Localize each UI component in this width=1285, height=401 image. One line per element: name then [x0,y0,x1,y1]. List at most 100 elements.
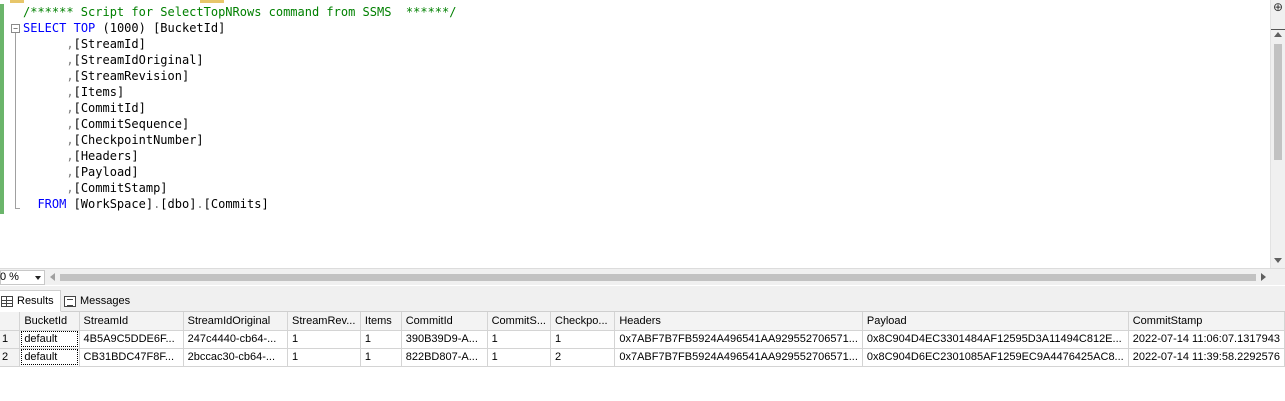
grid-cell[interactable]: 2022-07-14 11:39:58.2292576 [1128,348,1285,367]
column-header[interactable]: StreamIdOriginal [183,312,289,331]
scroll-right-icon[interactable] [1261,273,1266,281]
column-header[interactable]: CommitStamp [1128,312,1285,331]
grid-corner[interactable] [0,312,21,331]
grid-cell[interactable]: 2 [550,348,616,367]
code-token: [Payload] [73,165,139,179]
editor-vertical-scrollbar[interactable]: ⊕ [1270,0,1285,268]
code-token: , [66,85,74,99]
code-token: [Headers] [73,149,139,163]
column-header[interactable]: Checkpo... [550,312,616,331]
change-tracking-bar [0,4,4,214]
grid-cell[interactable]: 1 [360,348,402,367]
column-header[interactable]: BucketId [19,312,80,331]
split-window-icon[interactable]: ⊕ [1272,1,1284,14]
chevron-down-icon[interactable] [35,276,41,280]
code-line[interactable]: ,[StreamId] [23,36,456,52]
code-line[interactable]: ,[CommitId] [23,100,456,116]
code-line[interactable]: ,[CommitStamp] [23,180,456,196]
code-line[interactable]: /****** Script for SelectTopNRows comman… [23,4,456,20]
zoom-select[interactable]: 0 % [0,270,45,285]
grid-cell[interactable]: 0x7ABF7B7FB5924A496541AA929552706571... [614,330,863,349]
editor-horizontal-scrollbar[interactable] [46,270,1270,285]
code-token: , [66,181,74,195]
sql-keyword: TOP [73,21,96,35]
grid-cell[interactable]: 2022-07-14 11:06:07.1317943 [1128,330,1285,349]
scroll-thumb[interactable] [1274,44,1282,160]
tab-results[interactable]: Results [0,290,61,312]
code-line[interactable]: FROM [WorkSpace].[dbo].[Commits] [23,196,456,212]
column-header[interactable]: StreamRev... [287,312,361,331]
column-header[interactable]: Payload [862,312,1129,331]
grid-cell[interactable]: 1 [550,330,616,349]
sql-code[interactable]: /****** Script for SelectTopNRows comman… [23,4,456,212]
grid-icon [1,295,13,307]
grid-cell[interactable]: 1 [360,330,402,349]
horizontal-scroll-thumb[interactable] [60,274,1256,281]
grid-cell[interactable]: 0x7ABF7B7FB5924A496541AA929552706571... [614,348,863,367]
code-line[interactable]: ,[Payload] [23,164,456,180]
code-token: [CommitSequence] [73,117,190,131]
code-line[interactable]: ,[CommitSequence] [23,116,456,132]
code-token: [WorkSpace] [66,197,154,211]
tab-results-label: Results [17,295,54,307]
code-line[interactable]: ,[Items] [23,84,456,100]
grid-cell[interactable]: 247c4440-cb64-... [183,330,289,349]
grid-cell[interactable]: 390B39D9-A... [401,330,488,349]
grid-cell[interactable]: 0x8C904D6EC2301085AF1259EC9A4476425AC8..… [862,348,1129,367]
table-row[interactable]: 1 default 4B5A9C5DDE6F... 247c4440-cb64-...… [0,330,1285,349]
column-header[interactable]: StreamId [79,312,184,331]
scroll-up-icon[interactable] [1274,32,1282,37]
code-token: , [66,53,74,67]
query-editor[interactable]: − /****** Script for SelectTopNRows comm… [0,0,1285,268]
column-header[interactable]: CommitS... [487,312,552,331]
column-header[interactable]: CommitId [401,312,488,331]
table-row[interactable]: 2 default CB31BDC47F8F... 2bccac30-cb64-...… [0,348,1285,367]
grid-cell[interactable]: 1 [287,348,361,367]
sql-keyword: SELECT [23,21,67,35]
code-token: [CommitId] [73,101,146,115]
code-token: [Items] [73,85,125,99]
messages-icon [64,295,76,307]
results-table: BucketId StreamId StreamIdOriginal StreamRe… [0,312,1285,367]
code-token: [StreamId] [73,37,146,51]
code-line[interactable]: ,[StreamRevision] [23,68,456,84]
code-line[interactable]: ,[Headers] [23,148,456,164]
code-token: [CommitStamp] [73,181,168,195]
grid-cell[interactable]: 822BD807-A... [401,348,488,367]
grid-cell[interactable]: default [19,330,80,349]
sql-comment: /****** Script for SelectTopNRows comman… [23,5,457,19]
code-line[interactable]: SELECT TOP (1000) [BucketId] [23,20,456,36]
code-line[interactable]: ,[StreamIdOriginal] [23,52,456,68]
grid-cell[interactable]: 1 [487,348,552,367]
grid-cell[interactable]: 1 [287,330,361,349]
scroll-down-icon[interactable] [1274,258,1282,263]
column-header[interactable]: Headers [614,312,863,331]
code-line[interactable]: ,[CheckpointNumber] [23,132,456,148]
scroll-left-icon[interactable] [50,273,55,281]
row-number[interactable]: 1 [0,330,21,349]
results-grid[interactable]: BucketId StreamId StreamIdOriginal StreamRe… [0,312,1285,401]
code-token: [CheckpointNumber] [73,133,204,147]
code-token: , [66,37,74,51]
results-tabs: Results Messages [0,286,1285,312]
grid-cell[interactable]: 1 [487,330,552,349]
collapse-icon[interactable]: − [11,24,20,33]
grid-cell[interactable]: 0x8C904D4EC3301484AF12595D3A11494C812E..… [862,330,1129,349]
grid-cell[interactable]: 4B5A9C5DDE6F... [79,330,184,349]
row-number[interactable]: 2 [0,348,21,367]
tab-messages[interactable]: Messages [62,290,136,312]
grid-cell[interactable]: CB31BDC47F8F... [79,348,184,367]
grid-cell[interactable]: 2bccac30-cb64-... [183,348,289,367]
column-header[interactable]: Items [360,312,402,331]
code-token: , [66,165,74,179]
grid-cell[interactable]: default [19,348,80,367]
tab-messages-label: Messages [80,295,131,307]
